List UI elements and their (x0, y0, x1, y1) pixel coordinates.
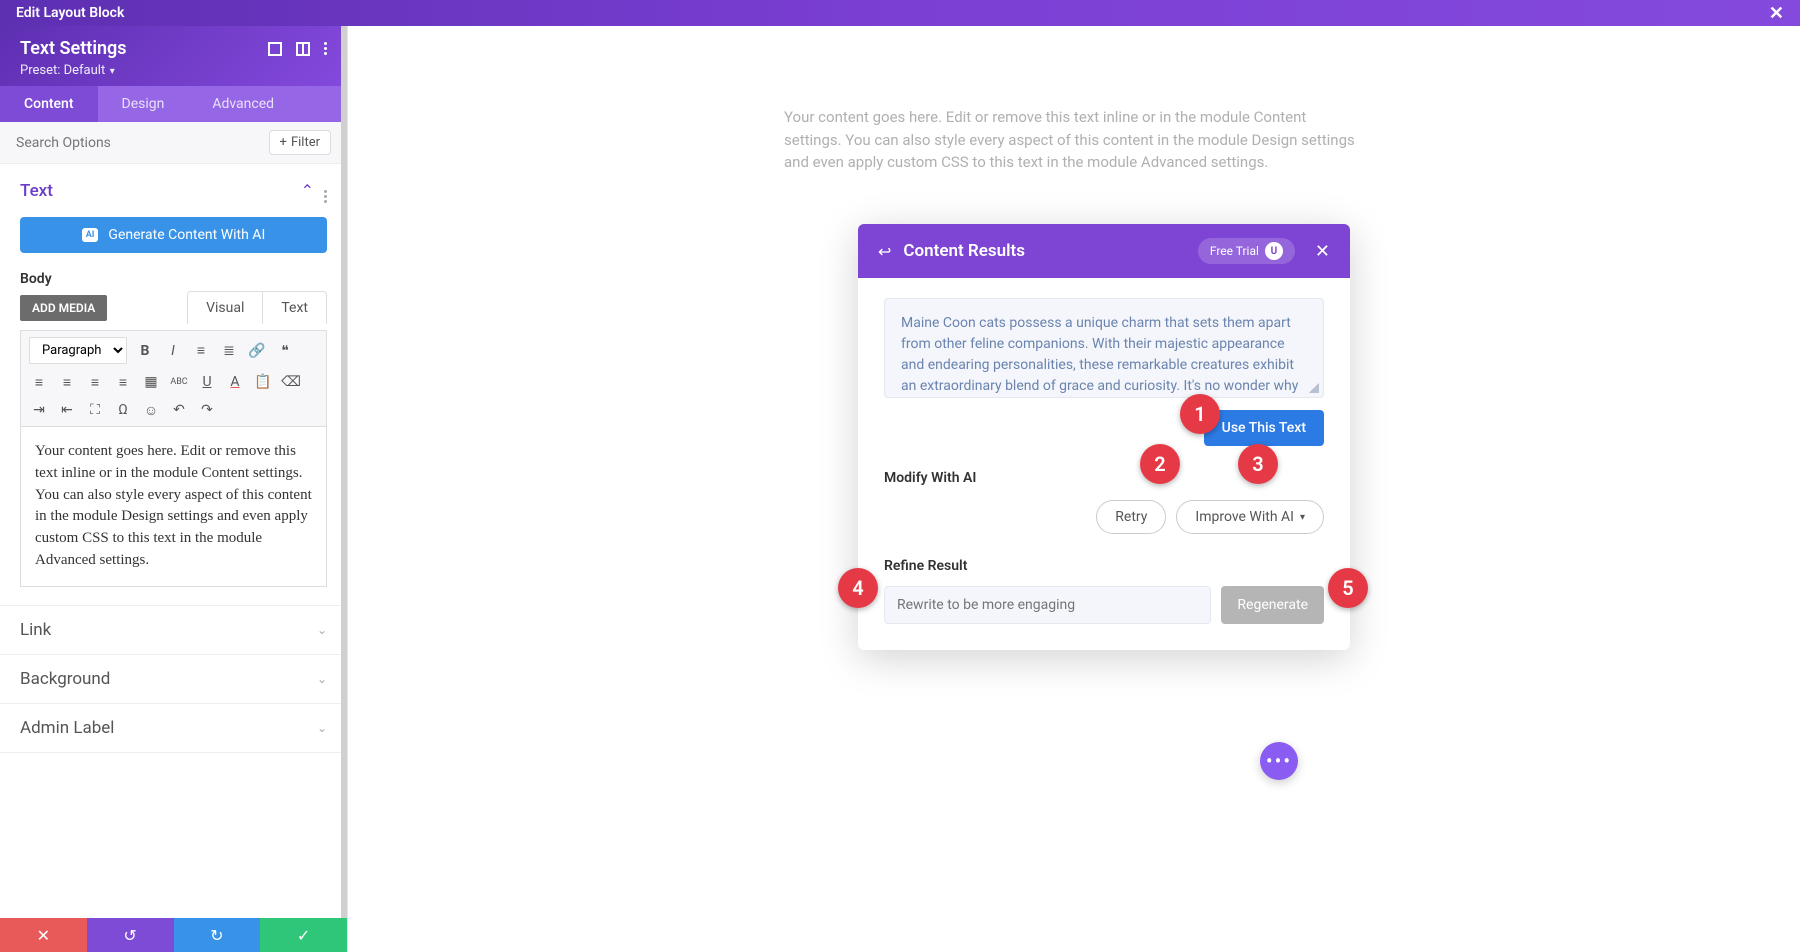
header-bar: Edit Layout Block ✕ (0, 0, 1800, 26)
section-text-header[interactable]: Text ⌃ (0, 164, 347, 217)
content-results-modal: ↩ Content Results Free Trial U ✕ Maine C… (858, 224, 1350, 650)
tab-advanced[interactable]: Advanced (188, 86, 298, 122)
redo-icon[interactable]: ↷ (197, 400, 217, 420)
section-background: Background ⌄ (0, 655, 347, 704)
chevron-down-icon: ⌄ (317, 721, 327, 735)
undo-button[interactable]: ↺ (87, 918, 174, 952)
sidebar: Text Settings Preset: Default ▾ Content … (0, 26, 348, 952)
section-admin-label-header[interactable]: Admin Label ⌄ (0, 704, 347, 752)
filter-button[interactable]: +Filter (269, 130, 331, 155)
clear-format-icon[interactable]: ⌫ (281, 372, 301, 392)
align-right-icon[interactable]: ≡ (85, 372, 105, 392)
trial-badge-icon: U (1265, 242, 1283, 260)
omega-icon[interactable]: Ω (113, 400, 133, 420)
quote-icon[interactable]: ❝ (275, 341, 295, 361)
chevron-down-icon: ⌄ (317, 672, 327, 686)
emoji-icon[interactable]: ☺ (141, 400, 161, 420)
chevron-down-icon: ▾ (107, 66, 115, 77)
marker-3: 3 (1238, 444, 1278, 484)
section-background-header[interactable]: Background ⌄ (0, 655, 347, 703)
close-icon[interactable]: ✕ (1769, 3, 1784, 24)
preset-selector[interactable]: Preset: Default ▾ (20, 63, 327, 78)
header-title: Edit Layout Block (16, 5, 124, 21)
more-icon[interactable] (324, 42, 327, 56)
redo-button[interactable]: ↻ (174, 918, 261, 952)
sidebar-header: Text Settings Preset: Default ▾ (0, 26, 347, 86)
marker-2: 2 (1140, 444, 1180, 484)
expand-icon[interactable] (268, 42, 282, 56)
content-editor[interactable]: Your content goes here. Edit or remove t… (20, 427, 327, 587)
free-trial-badge[interactable]: Free Trial U (1198, 238, 1295, 264)
abc-icon[interactable]: ABC (169, 372, 189, 392)
sidebar-footer: ✕ ↺ ↻ ✓ (0, 918, 347, 952)
back-arrow-icon[interactable]: ↩ (878, 242, 891, 261)
section-link: Link ⌄ (0, 606, 347, 655)
bullet-list-icon[interactable]: ≡ (191, 341, 211, 361)
editor-tab-visual[interactable]: Visual (188, 292, 263, 324)
bold-icon[interactable]: B (135, 341, 155, 361)
paste-icon[interactable]: 📋 (253, 372, 273, 392)
align-justify-icon[interactable]: ≡ (113, 372, 133, 392)
number-list-icon[interactable]: ≣ (219, 341, 239, 361)
sidebar-tabs: Content Design Advanced (0, 86, 347, 122)
search-row: +Filter (0, 122, 347, 164)
paragraph-select[interactable]: Paragraph (29, 337, 127, 364)
body-label: Body (20, 271, 327, 287)
main-canvas: Your content goes here. Edit or remove t… (348, 26, 1800, 952)
section-more-icon[interactable] (324, 178, 327, 203)
columns-icon[interactable] (296, 42, 310, 56)
indent-icon[interactable]: ⇥ (29, 400, 49, 420)
plus-icon: + (280, 135, 287, 150)
tab-content[interactable]: Content (0, 86, 98, 122)
retry-button[interactable]: Retry (1096, 500, 1166, 534)
chevron-up-icon: ⌃ (301, 181, 314, 200)
refine-label: Refine Result (884, 558, 1324, 574)
modal-header: ↩ Content Results Free Trial U ✕ (858, 224, 1350, 278)
undo-icon[interactable]: ↶ (169, 400, 189, 420)
save-button[interactable]: ✓ (260, 918, 347, 952)
editor-toolbar: Paragraph B I ≡ ≣ 🔗 ❝ ≡ ≡ ≡ ≡ ▦ ABC U A … (20, 330, 327, 427)
section-text: Text ⌃ AI Generate Content With AI Body … (0, 164, 347, 606)
sidebar-title: Text Settings (20, 38, 127, 59)
section-link-header[interactable]: Link ⌄ (0, 606, 347, 654)
ai-result-text[interactable]: Maine Coon cats possess a unique charm t… (884, 298, 1324, 398)
cancel-button[interactable]: ✕ (0, 918, 87, 952)
sidebar-scrollbar[interactable] (341, 26, 347, 918)
chevron-down-icon: ⌄ (317, 623, 327, 637)
text-color-icon[interactable]: A (225, 372, 245, 392)
link-icon[interactable]: 🔗 (247, 341, 267, 361)
modal-close-icon[interactable]: ✕ (1315, 241, 1330, 262)
align-center-icon[interactable]: ≡ (57, 372, 77, 392)
section-admin-label: Admin Label ⌄ (0, 704, 347, 753)
fab-more-button[interactable]: ••• (1260, 742, 1298, 780)
placeholder-text[interactable]: Your content goes here. Edit or remove t… (784, 106, 1364, 174)
tab-design[interactable]: Design (98, 86, 189, 122)
modal-title: Content Results (903, 241, 1185, 261)
outdent-icon[interactable]: ⇤ (57, 400, 77, 420)
marker-1: 1 (1180, 394, 1220, 434)
search-input[interactable] (16, 135, 269, 151)
align-left-icon[interactable]: ≡ (29, 372, 49, 392)
marker-4: 4 (838, 568, 878, 608)
italic-icon[interactable]: I (163, 341, 183, 361)
add-media-button[interactable]: ADD MEDIA (20, 295, 107, 321)
regenerate-button[interactable]: Regenerate (1221, 586, 1324, 624)
marker-5: 5 (1328, 568, 1368, 608)
editor-tab-text[interactable]: Text (263, 292, 326, 324)
generate-ai-button[interactable]: AI Generate Content With AI (20, 217, 327, 253)
improve-ai-button[interactable]: Improve With AI ▾ (1176, 500, 1324, 534)
table-icon[interactable]: ▦ (141, 372, 161, 392)
use-this-text-button[interactable]: Use This Text (1204, 410, 1324, 446)
refine-input[interactable] (884, 586, 1211, 624)
fullscreen-icon[interactable]: ⛶ (85, 400, 105, 420)
chevron-down-icon: ▾ (1300, 512, 1305, 523)
underline-icon[interactable]: U (197, 372, 217, 392)
ai-badge-icon: AI (82, 228, 99, 242)
